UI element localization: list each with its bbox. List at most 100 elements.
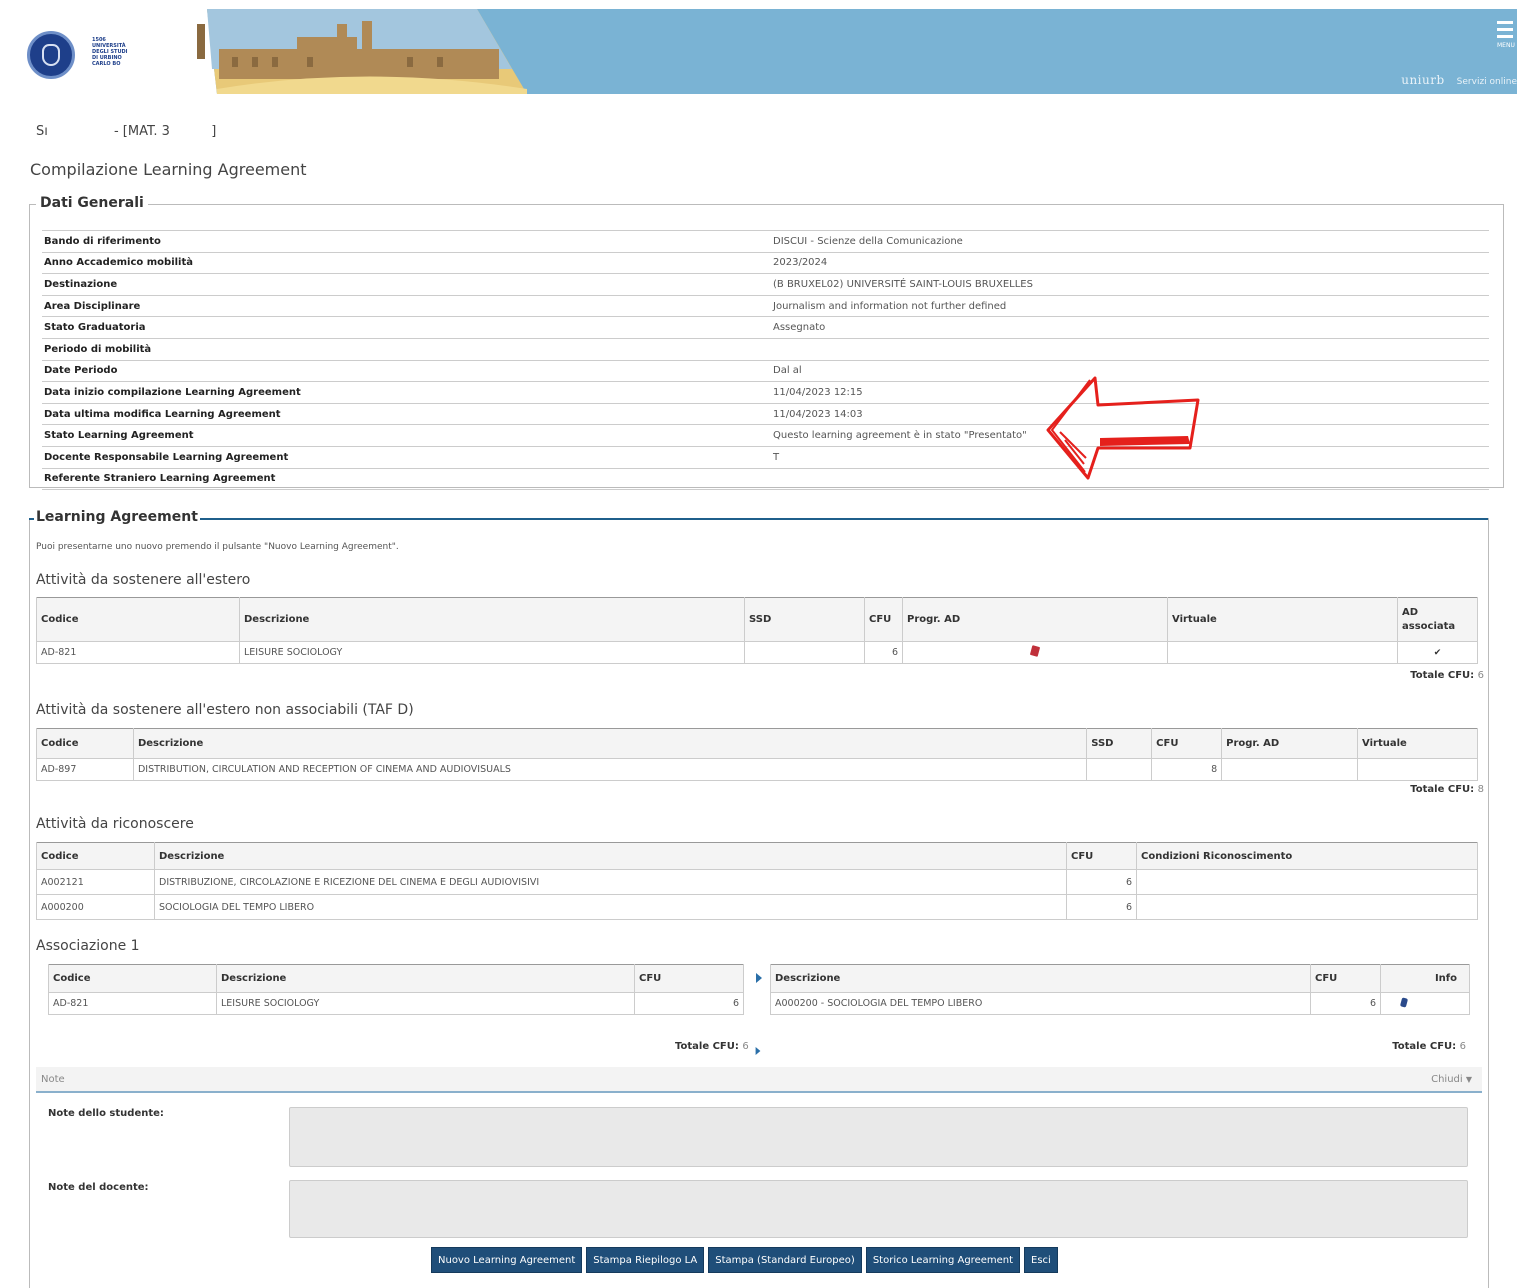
associazione-left-table: Codice Descrizione CFU AD-821 LEISURE SO…: [48, 964, 744, 1015]
pdf-icon[interactable]: [1029, 645, 1041, 657]
student-info: Sı - [MAT. 3 ]: [36, 124, 217, 139]
association-arrow-icon: [756, 973, 762, 983]
table-row: A000200 - SOCIOLOGIA DEL TEMPO LIBERO 6: [770, 992, 1470, 1015]
logo-text: 1506 UNIVERSITÀ DEGLI STUDI DI URBINO CA…: [92, 37, 128, 67]
dati-row: Stato Learning Agreement Questo learning …: [42, 424, 1489, 447]
intro-text: Puoi presentarne uno nuovo premendo il p…: [36, 542, 399, 552]
col-ssd: SSD: [744, 597, 865, 642]
col-condizioni: Condizioni Riconoscimento: [1136, 842, 1478, 870]
col-codice: Codice: [36, 728, 134, 759]
table-row: AD-821 LEISURE SOCIOLOGY 6: [48, 992, 744, 1015]
dati-label: Periodo di mobilità: [42, 338, 760, 361]
brand-bar: uniurb Servizi online: [1401, 73, 1517, 87]
dati-label: Date Periodo: [42, 360, 760, 383]
esci-button[interactable]: Esci: [1024, 1247, 1058, 1273]
col-codice: Codice: [36, 842, 155, 870]
table-row: A002121 DISTRIBUZIONE, CIRCOLAZIONE E RI…: [36, 869, 1478, 895]
note-toggle[interactable]: Chiudi ▼: [1431, 1074, 1472, 1085]
col-codice: Codice: [36, 597, 240, 642]
learning-agreement-fieldset: Learning Agreement Puoi presentarne uno …: [29, 509, 1489, 1288]
university-logo[interactable]: [27, 31, 75, 79]
association-arrow-icon: [755, 1047, 761, 1055]
dati-row: Anno Accademico mobilità 2023/2024: [42, 252, 1489, 275]
col-cfu: CFU: [634, 964, 744, 993]
dati-label: Area Disciplinare: [42, 295, 760, 318]
col-virtuale: Virtuale: [1167, 597, 1398, 642]
col-descrizione: Descrizione: [132, 728, 1088, 759]
page-title: Compilazione Learning Agreement: [30, 160, 307, 179]
dati-label: Referente Straniero Learning Agreement: [42, 468, 760, 491]
associazione-right-table: Descrizione CFU Info A000200 - SOCIOLOGI…: [770, 964, 1470, 1015]
col-codice: Codice: [48, 964, 217, 993]
check-icon: ✔: [1433, 648, 1442, 658]
col-progr-ad: Progr. AD: [1221, 728, 1359, 759]
chevron-down-icon: ▼: [1465, 1075, 1472, 1084]
dati-generali-fieldset: Dati Generali Bando di riferimento DISCUI…: [29, 195, 1504, 491]
university-banner: [7, 9, 527, 94]
dati-generali-legend: Dati Generali: [36, 195, 148, 211]
taf-d-title: Attività da sostenere all'estero non ass…: [36, 702, 414, 718]
col-ad-associata: AD associata: [1397, 597, 1478, 642]
dati-label: Docente Responsabile Learning Agreement: [42, 446, 760, 469]
action-buttons: Nuovo Learning Agreement Stampa Riepilog…: [431, 1247, 1058, 1273]
storico-learning-agreement-button[interactable]: Storico Learning Agreement: [865, 1247, 1021, 1273]
note-studente-label: Note dello studente:: [48, 1108, 164, 1119]
col-cfu: CFU: [1151, 728, 1223, 759]
riconoscere-table: Codice Descrizione CFU Condizioni Ricono…: [36, 842, 1478, 920]
col-ssd: SSD: [1086, 728, 1153, 759]
col-cfu: CFU: [1066, 842, 1137, 870]
dati-row: Stato Graduatoria Assegnato: [42, 316, 1489, 339]
dati-row: Docente Responsabile Learning Agreement T: [42, 446, 1489, 469]
note-panel-header[interactable]: Note Chiudi ▼: [36, 1067, 1482, 1093]
note-panel-title: Note: [41, 1074, 65, 1085]
taf-d-table: Codice Descrizione SSD CFU Progr. AD Vir…: [36, 728, 1478, 781]
learning-agreement-legend: Learning Agreement: [34, 509, 200, 525]
taf-d-totale: Totale CFU: 8: [1410, 784, 1484, 795]
dati-value: 2023/2024: [760, 252, 1489, 275]
dati-label: Stato Graduatoria: [42, 316, 760, 339]
dati-row: Date Periodo Dal al: [42, 360, 1489, 383]
estero-table: Codice Descrizione SSD CFU Progr. AD Vir…: [36, 597, 1478, 664]
note-studente-textarea[interactable]: [289, 1107, 1468, 1167]
seal-icon: [42, 44, 60, 66]
note-docente-label: Note del docente:: [48, 1182, 149, 1193]
dati-row: Data ultima modifica Learning Agreement 1…: [42, 403, 1489, 426]
info-icon[interactable]: [1399, 996, 1409, 1008]
table-row: AD-897 DISTRIBUTION, CIRCULATION AND REC…: [36, 758, 1478, 781]
annotation-arrow-icon: [1046, 376, 1200, 480]
dati-value: Assegnato: [760, 316, 1489, 339]
stampa-riepilogo-button[interactable]: Stampa Riepilogo LA: [586, 1247, 705, 1273]
nuovo-learning-agreement-button[interactable]: Nuovo Learning Agreement: [431, 1247, 583, 1273]
col-progr-ad: Progr. AD: [902, 597, 1168, 642]
col-descrizione: Descrizione: [770, 964, 1311, 993]
associazione-totale-left: Totale CFU: 6: [675, 1041, 749, 1052]
dati-row: Data inizio compilazione Learning Agreem…: [42, 381, 1489, 404]
dati-value: [760, 338, 1489, 361]
col-info: Info: [1380, 964, 1470, 993]
site-header: 1506 UNIVERSITÀ DEGLI STUDI DI URBINO CA…: [7, 9, 1517, 94]
dati-label: Anno Accademico mobilità: [42, 252, 760, 275]
stampa-standard-europeo-button[interactable]: Stampa (Standard Europeo): [708, 1247, 862, 1273]
associazione-title: Associazione 1: [36, 938, 140, 954]
col-descrizione: Descrizione: [154, 842, 1067, 870]
brand-name[interactable]: uniurb: [1401, 73, 1444, 87]
dati-label: Stato Learning Agreement: [42, 424, 760, 447]
dati-value: DISCUI - Scienze della Comunicazione: [760, 230, 1489, 253]
dati-row: Referente Straniero Learning Agreement: [42, 468, 1489, 491]
services-link[interactable]: Servizi online: [1457, 77, 1517, 87]
dati-label: Data inizio compilazione Learning Agreem…: [42, 381, 760, 404]
dati-label: Bando di riferimento: [42, 230, 760, 253]
col-descrizione: Descrizione: [239, 597, 745, 642]
menu-button[interactable]: MENU: [1497, 21, 1517, 51]
dati-label: Data ultima modifica Learning Agreement: [42, 403, 760, 426]
dati-label: Destinazione: [42, 273, 760, 296]
table-row: A000200 SOCIOLOGIA DEL TEMPO LIBERO 6: [36, 894, 1478, 920]
note-docente-textarea[interactable]: [289, 1180, 1468, 1238]
dati-value: (B BRUXEL02) UNIVERSITÉ SAINT-LOUIS BRUX…: [760, 273, 1489, 296]
dati-row: Area Disciplinare Journalism and informat…: [42, 295, 1489, 318]
hamburger-icon: [1497, 21, 1513, 24]
riconoscere-title: Attività da riconoscere: [36, 816, 194, 832]
estero-title: Attività da sostenere all'estero: [36, 572, 251, 588]
dati-row: Bando di riferimento DISCUI - Scienze del…: [42, 230, 1489, 253]
estero-totale: Totale CFU: 6: [1410, 670, 1484, 681]
